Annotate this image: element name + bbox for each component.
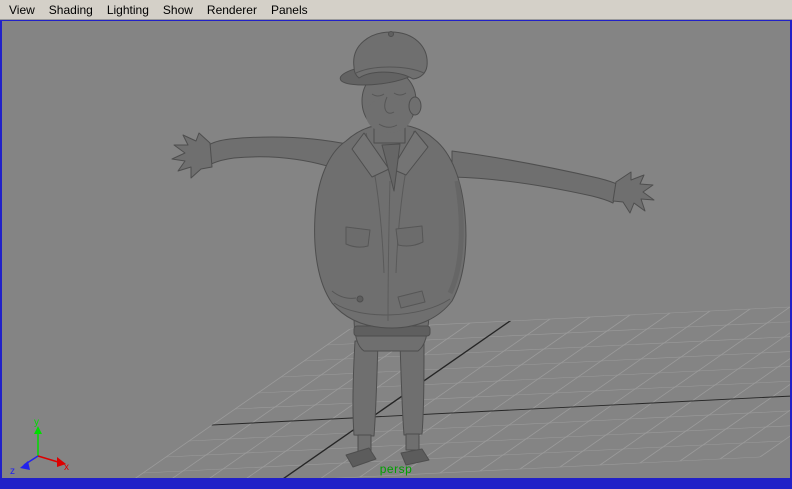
axis-y-label: y [34, 417, 39, 428]
character-left-chest-pocket [345, 226, 371, 248]
character-cap-crown [353, 31, 428, 80]
menu-view[interactable]: View [2, 1, 42, 19]
character-left-leg [352, 340, 379, 437]
character-model[interactable] [171, 31, 655, 468]
menu-panels[interactable]: Panels [264, 1, 315, 19]
character-right-hand [612, 171, 655, 214]
menu-shading[interactable]: Shading [42, 1, 100, 19]
panel-menubar: View Shading Lighting Show Renderer Pane… [0, 0, 792, 20]
scene-3d [119, 31, 790, 478]
character-cap-button [388, 31, 394, 37]
camera-name-label: persp [379, 462, 413, 476]
character-button [356, 295, 364, 303]
ground-grid-axes [211, 320, 790, 478]
character-ear [408, 96, 422, 116]
character-right-arm [451, 150, 620, 204]
active-panel-border: y x z persp [0, 20, 792, 489]
character-right-chest-pocket [395, 225, 424, 247]
grid-x-axis-line [211, 392, 790, 426]
character-right-ankle [405, 433, 420, 451]
character-left-hand [171, 132, 213, 179]
maya-perspective-panel: View Shading Lighting Show Renderer Pane… [0, 0, 792, 489]
menu-renderer[interactable]: Renderer [200, 1, 264, 19]
menu-lighting[interactable]: Lighting [100, 1, 156, 19]
menu-show[interactable]: Show [156, 1, 200, 19]
character-right-leg [399, 340, 425, 436]
perspective-viewport[interactable]: y x z persp [2, 21, 790, 478]
ground-grid [119, 296, 790, 478]
